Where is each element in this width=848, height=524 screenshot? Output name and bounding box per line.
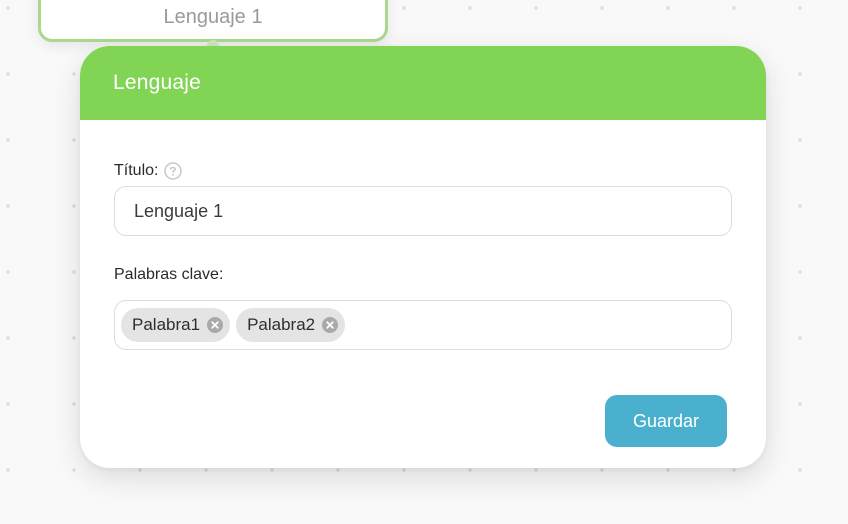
- dialog-title: Lenguaje: [113, 71, 202, 94]
- title-input[interactable]: [114, 186, 732, 236]
- keywords-input[interactable]: Palabra1 Palabra2: [114, 300, 732, 350]
- edit-node-dialog: Lenguaje Título: Palabras clave: Palabra…: [80, 46, 766, 468]
- keywords-field-label: Palabras clave:: [114, 266, 224, 283]
- chip-label: Palabra2: [247, 315, 316, 334]
- question-circle-icon[interactable]: [164, 162, 183, 180]
- title-field-label: Título:: [114, 162, 183, 180]
- background-node-label: Lenguaje 1: [163, 6, 263, 28]
- keyword-chip: Palabra2: [236, 308, 346, 342]
- keyword-chip: Palabra1: [121, 308, 231, 342]
- save-button[interactable]: Guardar: [605, 395, 727, 447]
- chip-label: Palabra1: [132, 315, 201, 334]
- background-node[interactable]: Lenguaje 1: [38, 0, 388, 42]
- close-circle-icon[interactable]: [321, 316, 339, 334]
- title-label-text: Título:: [114, 162, 159, 179]
- close-circle-icon[interactable]: [206, 316, 224, 334]
- dialog-header: Lenguaje: [80, 46, 766, 120]
